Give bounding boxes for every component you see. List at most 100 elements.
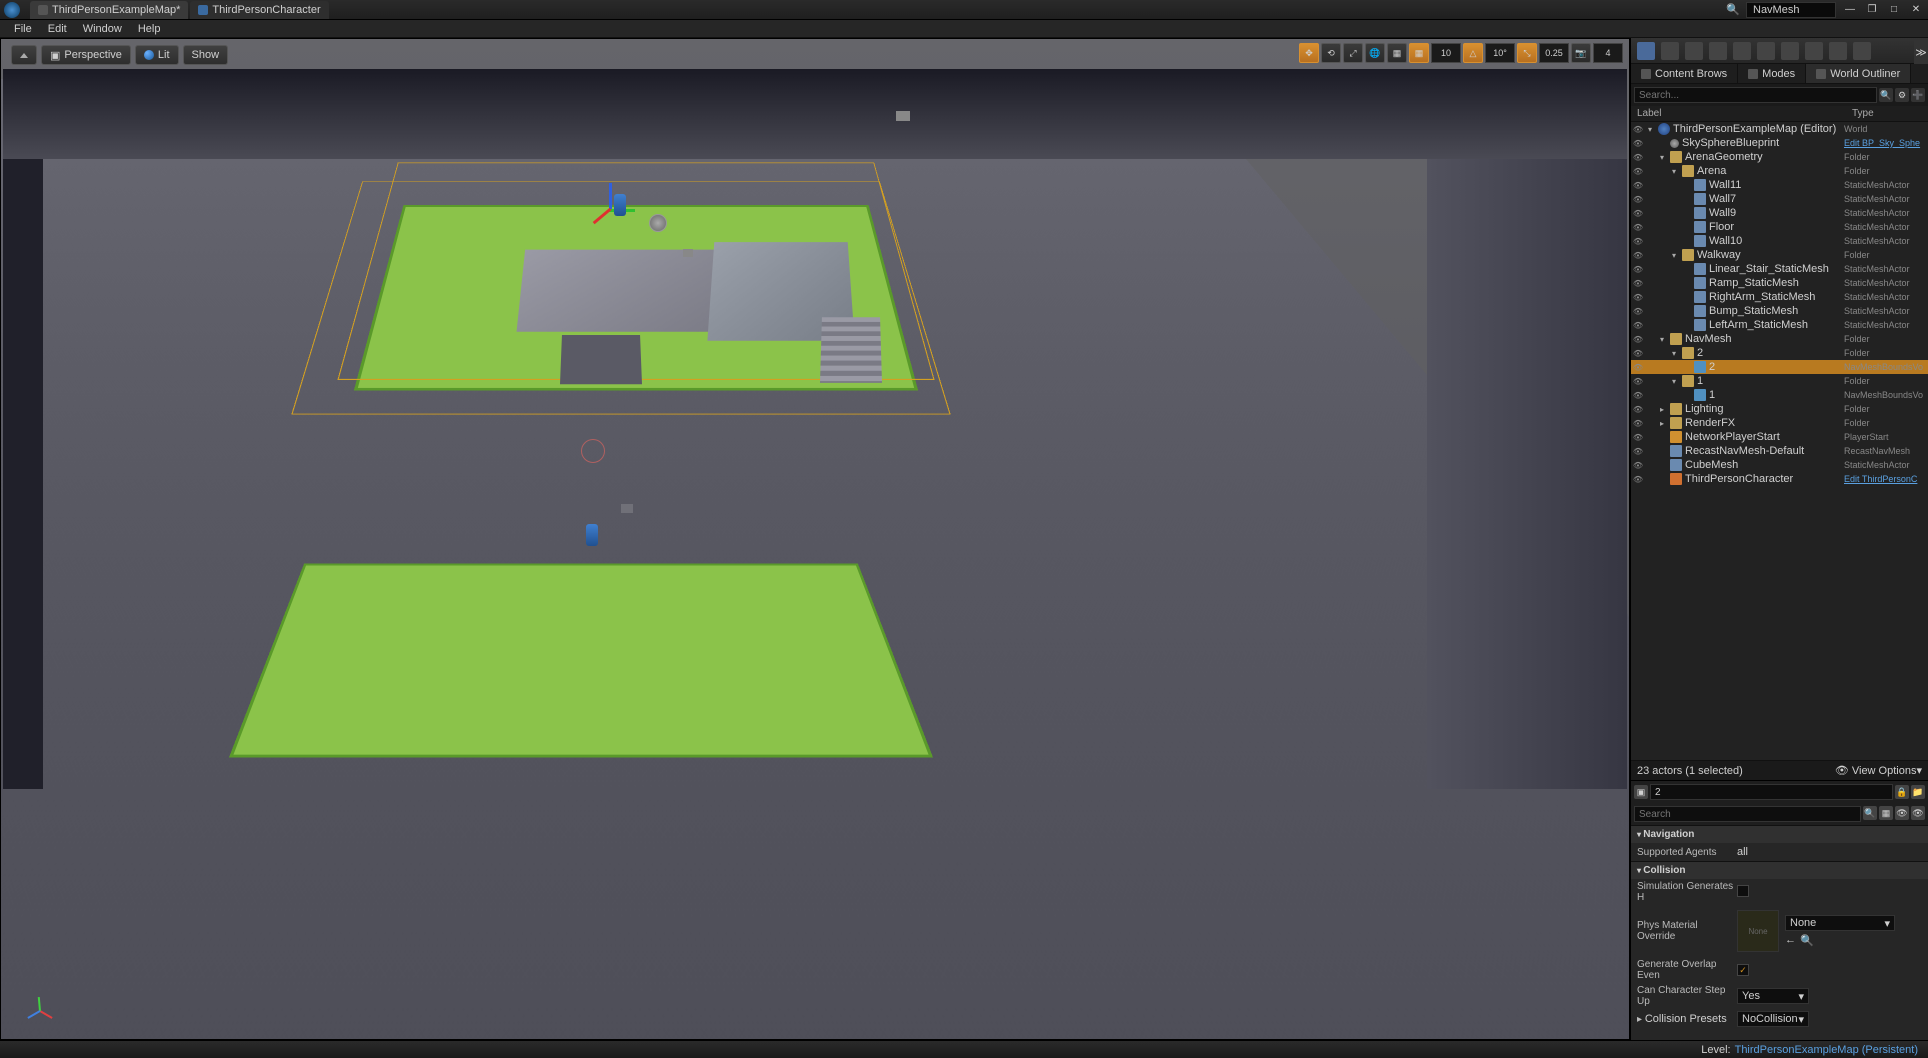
visibility-icon[interactable]: 👁: [1631, 447, 1645, 456]
outliner-row[interactable]: 👁▾WalkwayFolder: [1631, 248, 1928, 262]
source-control-icon[interactable]: [1661, 42, 1679, 60]
actor-name-input[interactable]: [1650, 784, 1893, 800]
visibility-icon[interactable]: 👁: [1631, 321, 1645, 330]
viewport-canvas[interactable]: [1, 39, 1629, 1039]
tab-content-browser[interactable]: Content Brows: [1631, 64, 1738, 83]
content-icon[interactable]: [1685, 42, 1703, 60]
browse-icon[interactable]: 🔍: [1800, 934, 1814, 947]
outliner-row[interactable]: 👁CubeMeshStaticMeshActor: [1631, 458, 1928, 472]
actor-type[interactable]: Edit BP_Sky_Sphe: [1844, 138, 1926, 148]
blueprints-icon[interactable]: [1757, 42, 1775, 60]
visibility-icon[interactable]: 👁: [1631, 181, 1645, 190]
outliner-search-input[interactable]: [1634, 87, 1877, 103]
save-icon[interactable]: [1637, 42, 1655, 60]
tab-world-outliner[interactable]: World Outliner: [1806, 64, 1911, 83]
show-button[interactable]: Show: [183, 45, 229, 65]
outliner-tree[interactable]: 👁▾ThirdPersonExampleMap (Editor)World👁Sk…: [1631, 122, 1928, 760]
angle-snap-button[interactable]: △: [1463, 43, 1483, 63]
camera-speed-button[interactable]: 📷: [1571, 43, 1591, 63]
global-search-input[interactable]: [1746, 2, 1836, 18]
outliner-row[interactable]: 👁▾NavMeshFolder: [1631, 332, 1928, 346]
tab-blueprint[interactable]: ThirdPersonCharacter: [190, 1, 328, 19]
outliner-row[interactable]: 👁▸LightingFolder: [1631, 402, 1928, 416]
visibility-icon[interactable]: 👁: [1631, 167, 1645, 176]
expand-icon[interactable]: ▸: [1657, 419, 1667, 428]
visibility-icon[interactable]: 👁: [1631, 377, 1645, 386]
visibility-icon[interactable]: 👁: [1631, 279, 1645, 288]
outliner-row[interactable]: 👁NetworkPlayerStartPlayerStart: [1631, 430, 1928, 444]
expand-icon[interactable]: ▸: [1657, 405, 1667, 414]
visibility-icon[interactable]: 👁: [1631, 251, 1645, 260]
outliner-row[interactable]: 👁Wall10StaticMeshActor: [1631, 234, 1928, 248]
visibility-icon[interactable]: 👁: [1631, 335, 1645, 344]
outliner-row[interactable]: 👁FloorStaticMeshActor: [1631, 220, 1928, 234]
angle-snap-value[interactable]: 10°: [1485, 43, 1515, 63]
visibility-icon[interactable]: 👁: [1631, 419, 1645, 428]
visibility-icon[interactable]: 👁: [1631, 363, 1645, 372]
outliner-row[interactable]: 👁Ramp_StaticMeshStaticMeshActor: [1631, 276, 1928, 290]
outliner-row[interactable]: 👁RightArm_StaticMeshStaticMeshActor: [1631, 290, 1928, 304]
viewport-options-button[interactable]: [11, 45, 37, 65]
close-button[interactable]: ✕: [1908, 3, 1924, 17]
visibility-icon[interactable]: 👁: [1631, 125, 1645, 134]
expand-icon[interactable]: ▾: [1657, 335, 1667, 344]
outliner-row[interactable]: 👁ThirdPersonCharacterEdit ThirdPersonC: [1631, 472, 1928, 486]
marketplace-icon[interactable]: [1709, 42, 1727, 60]
visibility-icon[interactable]: 👁: [1631, 307, 1645, 316]
visibility-icon[interactable]: 👁: [1631, 195, 1645, 204]
category-collision[interactable]: Collision: [1631, 861, 1928, 879]
visibility-icon[interactable]: 👁: [1631, 349, 1645, 358]
expand-icon[interactable]: ▾: [1669, 251, 1679, 260]
camera-speed-value[interactable]: 4: [1593, 43, 1623, 63]
grid-snap-value[interactable]: 10: [1431, 43, 1461, 63]
outliner-row[interactable]: 👁Linear_Stair_StaticMeshStaticMeshActor: [1631, 262, 1928, 276]
scale-button[interactable]: ⤢: [1343, 43, 1363, 63]
collision-presets-dropdown[interactable]: NoCollision▾: [1737, 1011, 1809, 1027]
search-icon[interactable]: 🔍: [1863, 806, 1877, 820]
outliner-row[interactable]: 👁SkySphereBlueprintEdit BP_Sky_Sphe: [1631, 136, 1928, 150]
visibility-icon[interactable]: 👁: [1631, 433, 1645, 442]
menu-window[interactable]: Window: [75, 21, 130, 37]
scale-snap-value[interactable]: 0.25: [1539, 43, 1569, 63]
sim-generates-checkbox[interactable]: [1737, 885, 1749, 897]
category-navigation[interactable]: Navigation: [1631, 825, 1928, 843]
lock-icon[interactable]: 🔒: [1895, 785, 1909, 799]
tab-map[interactable]: ThirdPersonExampleMap*: [30, 1, 188, 19]
launch-icon[interactable]: [1853, 42, 1871, 60]
minimize-button[interactable]: —: [1842, 3, 1858, 17]
details-search-input[interactable]: [1634, 806, 1861, 822]
restore-button[interactable]: ❐: [1864, 3, 1880, 17]
world-local-button[interactable]: 🌐: [1365, 43, 1385, 63]
expand-icon[interactable]: ▾: [1645, 125, 1655, 134]
reset-icon[interactable]: ←: [1785, 934, 1796, 947]
expand-icon[interactable]: ▾: [1657, 153, 1667, 162]
menu-file[interactable]: File: [6, 21, 40, 37]
outliner-row[interactable]: 👁▾ThirdPersonExampleMap (Editor)World: [1631, 122, 1928, 136]
perspective-button[interactable]: ▣Perspective: [41, 45, 131, 65]
visibility-icon[interactable]: 👁: [1631, 391, 1645, 400]
level-name[interactable]: ThirdPersonExampleMap (Persistent): [1735, 1044, 1918, 1056]
outliner-row[interactable]: 👁Wall11StaticMeshActor: [1631, 178, 1928, 192]
outliner-row[interactable]: 👁1NavMeshBoundsVo: [1631, 388, 1928, 402]
build-icon[interactable]: [1805, 42, 1823, 60]
maximize-button[interactable]: □: [1886, 3, 1902, 17]
generate-overlap-checkbox[interactable]: [1737, 964, 1749, 976]
char-step-dropdown[interactable]: Yes▾: [1737, 988, 1809, 1004]
outliner-row[interactable]: 👁Bump_StaticMeshStaticMeshActor: [1631, 304, 1928, 318]
translate-button[interactable]: ✥: [1299, 43, 1319, 63]
expand-icon[interactable]: ▾: [1669, 377, 1679, 386]
outliner-row[interactable]: 👁Wall7StaticMeshActor: [1631, 192, 1928, 206]
outliner-row[interactable]: 👁▾1Folder: [1631, 374, 1928, 388]
visibility-icon[interactable]: 👁: [1631, 293, 1645, 302]
filter-icon[interactable]: ⚙: [1895, 88, 1909, 102]
expand-arrow-button[interactable]: ≫: [1914, 40, 1928, 64]
settings-icon[interactable]: [1733, 42, 1751, 60]
property-matrix-icon[interactable]: ▦: [1879, 806, 1893, 820]
outliner-row[interactable]: 👁2NavMeshBoundsVo: [1631, 360, 1928, 374]
search-icon[interactable]: 🔍: [1879, 88, 1893, 102]
visibility-icon[interactable]: 👁: [1631, 475, 1645, 484]
lit-button[interactable]: Lit: [135, 45, 179, 65]
visibility-icon[interactable]: 👁: [1631, 139, 1645, 148]
expand-icon[interactable]: ▾: [1669, 349, 1679, 358]
outliner-row[interactable]: 👁▾ArenaFolder: [1631, 164, 1928, 178]
